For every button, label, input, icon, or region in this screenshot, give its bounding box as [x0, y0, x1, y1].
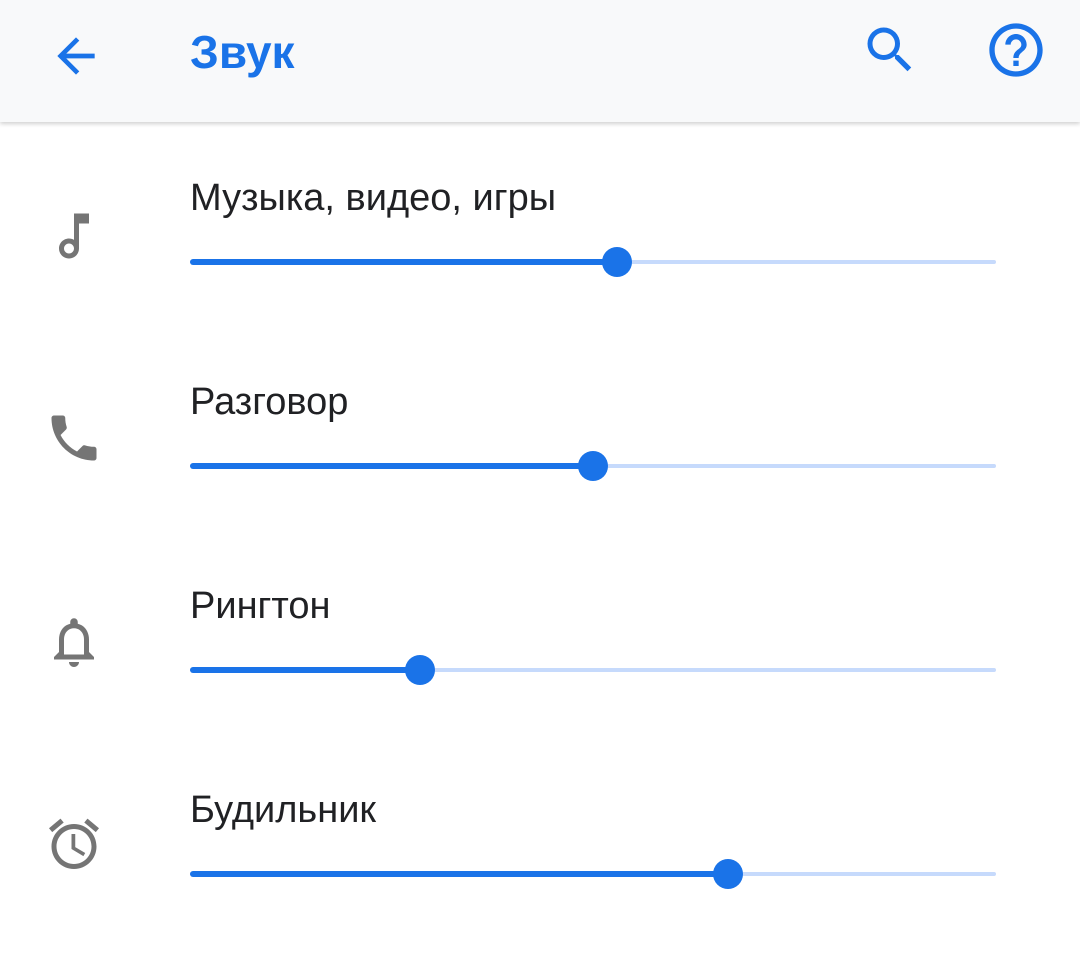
alarm-clock-icon-wrap: [44, 814, 104, 874]
volume-row-ring: Рингтон: [0, 570, 1080, 774]
volume-list: Музыка, видео, игры Разговор Рингтон Буд…: [0, 122, 1080, 944]
phone-icon-wrap: [44, 408, 104, 468]
slider-thumb[interactable]: [602, 247, 633, 277]
page-title: Звук: [190, 26, 295, 78]
volume-label-call: Разговор: [190, 381, 349, 423]
slider-fill: [190, 871, 728, 877]
slider-thumb[interactable]: [578, 451, 608, 481]
slider-thumb[interactable]: [404, 655, 435, 685]
volume-label-alarm: Будильник: [190, 789, 377, 831]
app-bar: Звук: [0, 0, 1080, 122]
slider-fill: [190, 463, 593, 469]
alarm-clock-icon: [49, 818, 99, 869]
help-button[interactable]: [980, 14, 1052, 86]
bell-icon-wrap: [44, 612, 104, 672]
help-circle-icon: [989, 23, 1043, 77]
music-note-icon-wrap: [44, 206, 104, 266]
volume-slider-call[interactable]: [190, 446, 996, 486]
slider-fill: [190, 259, 618, 265]
phone-icon: [51, 415, 97, 461]
back-button[interactable]: [40, 20, 112, 92]
volume-label-ring: Рингтон: [190, 585, 331, 627]
search-button[interactable]: [854, 14, 926, 86]
volume-row-alarm: Будильник: [0, 774, 1080, 978]
volume-label-media: Музыка, видео, игры: [190, 177, 557, 219]
volume-slider-ring[interactable]: [190, 650, 996, 690]
slider-fill: [190, 667, 420, 673]
volume-row-call: Разговор: [0, 366, 1080, 570]
volume-slider-alarm[interactable]: [190, 854, 996, 894]
music-note-icon: [59, 213, 89, 259]
volume-row-media: Музыка, видео, игры: [0, 162, 1080, 366]
slider-thumb[interactable]: [712, 859, 743, 889]
volume-slider-media[interactable]: [190, 242, 996, 282]
arrow-back-icon: [57, 37, 95, 75]
bell-icon: [54, 618, 94, 667]
search-icon: [867, 27, 912, 72]
